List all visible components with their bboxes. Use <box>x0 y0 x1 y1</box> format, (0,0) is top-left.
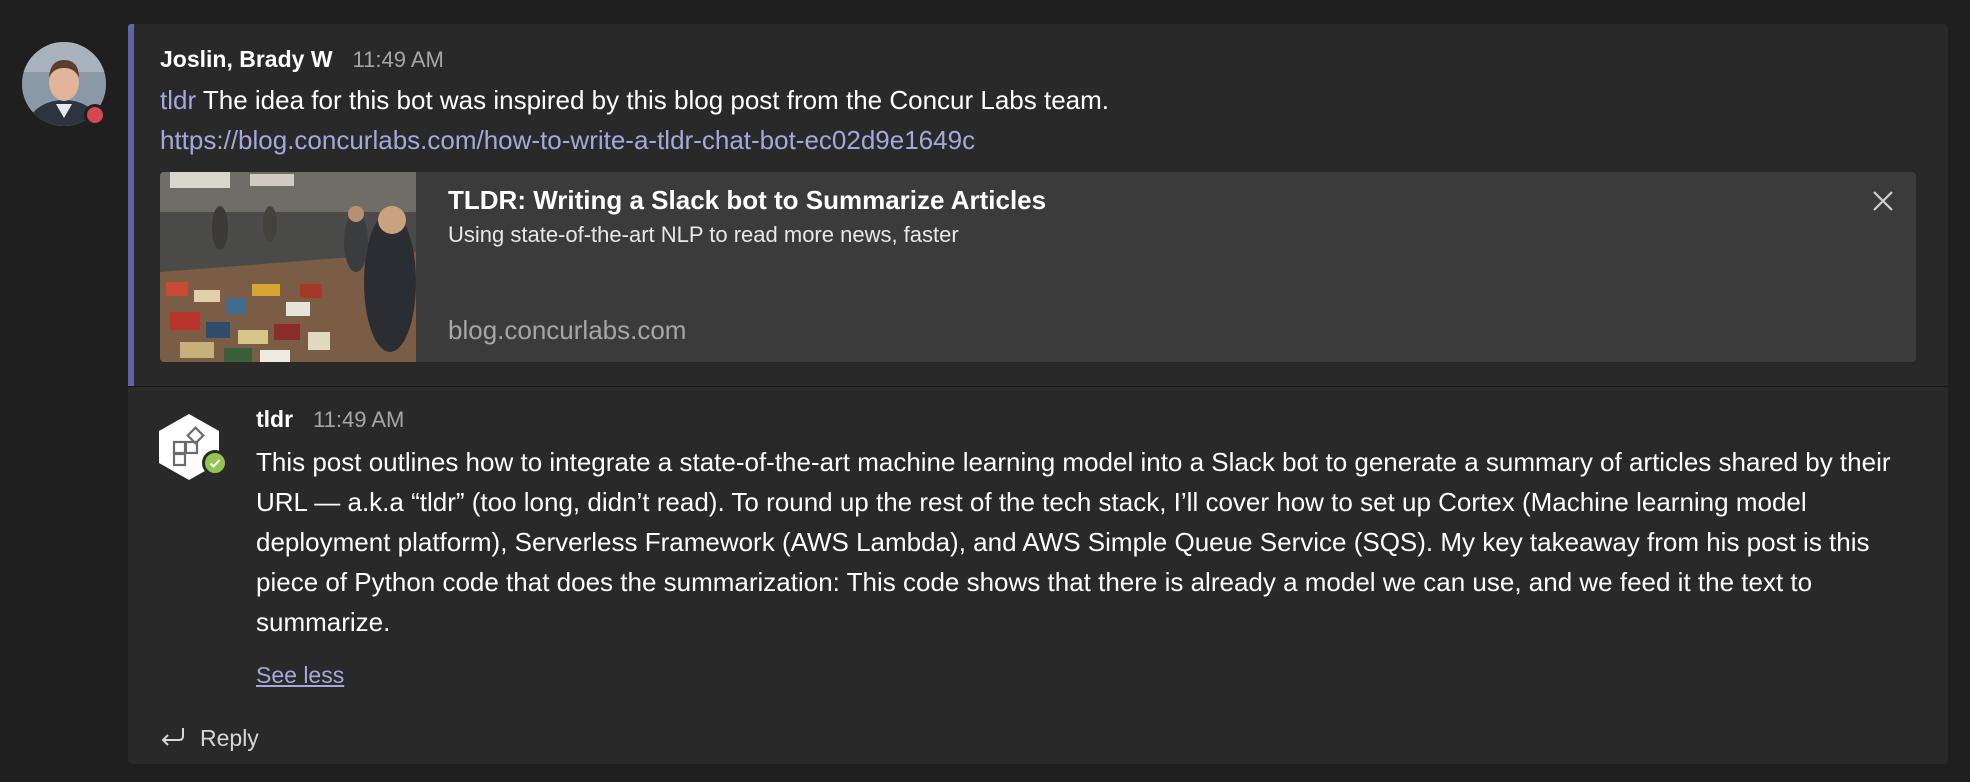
reply-header: tldr 11:49 AM <box>256 406 1936 440</box>
reply-body: This post outlines how to integrate a st… <box>256 447 1891 637</box>
message-text: tldr The idea for this bot was inspired … <box>160 80 1916 120</box>
reply-timestamp: 11:49 AM <box>313 407 405 432</box>
mention-tag[interactable]: tldr <box>160 85 196 115</box>
preview-title[interactable]: TLDR: Writing a Slack bot to Summarize A… <box>448 182 1046 218</box>
see-less-link[interactable]: See less <box>256 662 344 689</box>
reply-arrow-icon <box>158 724 186 753</box>
preview-description: Using state-of-the-art NLP to read more … <box>448 222 959 247</box>
article-link[interactable]: https://blog.concurlabs.com/how-to-write… <box>160 120 1916 160</box>
thread-accent-bar <box>128 24 134 386</box>
teams-conversation: Joslin, Brady W 11:49 AM tldr The idea f… <box>0 0 1970 782</box>
presence-busy-indicator <box>84 104 106 126</box>
reply-sender-name[interactable]: tldr <box>256 406 293 433</box>
root-message: Joslin, Brady W 11:49 AM tldr The idea f… <box>160 46 1916 160</box>
message-thread: Joslin, Brady W 11:49 AM tldr The idea f… <box>128 24 1948 764</box>
reply-label: Reply <box>200 725 259 751</box>
reply-button[interactable]: Reply <box>158 724 259 753</box>
reply-message: tldr 11:49 AM This post outlines how to … <box>256 406 1936 689</box>
close-icon[interactable] <box>1868 186 1898 216</box>
preview-domain: blog.concurlabs.com <box>448 315 687 345</box>
bot-verified-badge <box>202 450 228 476</box>
reply-divider <box>128 386 1948 387</box>
link-preview-card[interactable]: TLDR: Writing a Slack bot to Summarize A… <box>160 172 1916 362</box>
message-body: The idea for this bot was inspired by th… <box>196 85 1110 115</box>
preview-thumbnail <box>160 172 416 362</box>
message-header: Joslin, Brady W 11:49 AM <box>160 46 1916 80</box>
sender-name[interactable]: Joslin, Brady W <box>160 46 333 73</box>
message-timestamp: 11:49 AM <box>352 47 444 72</box>
